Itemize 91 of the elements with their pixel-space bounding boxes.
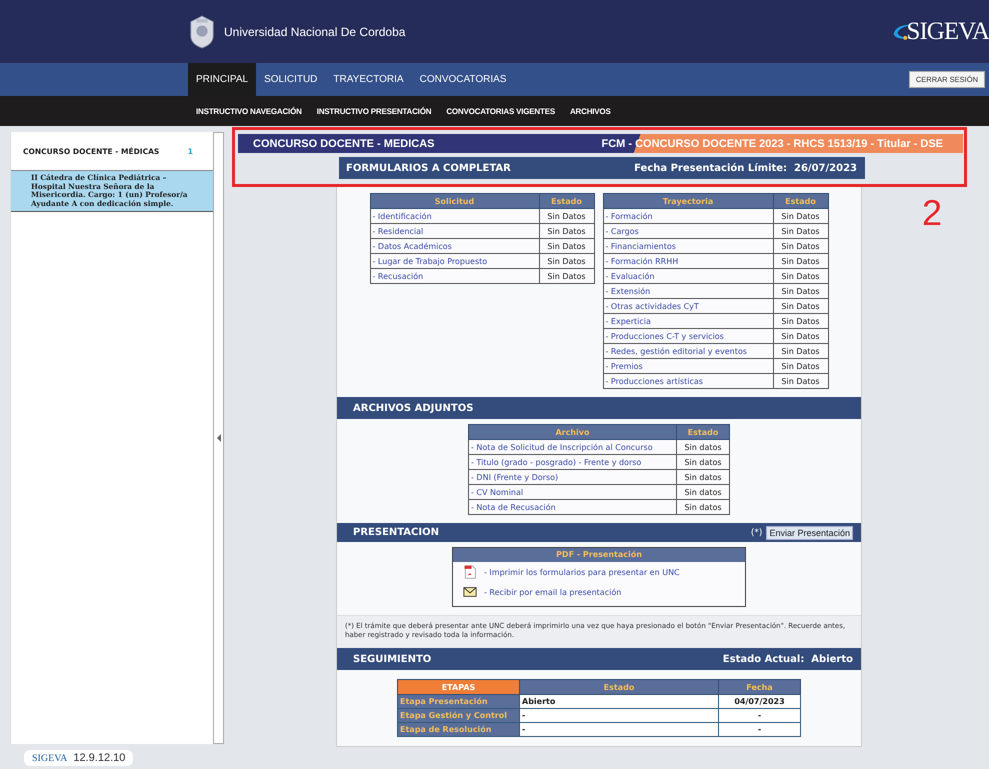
file-link[interactable]: - DNI (Frente y Dorso) (468, 470, 676, 484)
stage-cell: Etapa Presentación (398, 694, 520, 708)
subnav-link[interactable]: ARCHIVOS (570, 106, 611, 116)
banner-title: CONCURSO DOCENTE - MEDICAS (253, 138, 435, 150)
column-header: Estado (539, 194, 594, 208)
annotation-number: 2 (922, 192, 942, 234)
current-status: Estado Actual: Abierto (722, 654, 853, 664)
file-link[interactable]: - Nota de Recusación (468, 500, 676, 514)
column-header: Trayectoria (603, 194, 773, 208)
table-cell: - (520, 708, 718, 722)
table-cell: Sin Datos (773, 298, 828, 314)
action-link[interactable]: - Imprimir los formularios para presentar en UNC (484, 568, 680, 576)
form-link[interactable]: - Producciones artísticas (603, 374, 773, 388)
table-cell: Sin datos (676, 454, 730, 470)
section-title: SEGUIMIENTO (353, 654, 432, 664)
collapse-icon (216, 434, 220, 442)
subnav-link[interactable]: CONVOCATORIAS VIGENTES (446, 106, 555, 116)
form-link[interactable]: - Extensión (603, 284, 773, 298)
form-link[interactable]: - Financiamientos (603, 238, 773, 254)
table-cell: Abierto (520, 694, 718, 708)
column-header: ETAPAS (398, 680, 520, 694)
stage-cell: Etapa de Resolución (398, 722, 520, 736)
table-cell: Sin Datos (539, 224, 594, 238)
university-name: Universidad Nacional De Cordoba (224, 24, 406, 38)
nav-tab[interactable]: PRINCIPAL (188, 63, 256, 96)
table-cell: Sin Datos (539, 268, 594, 284)
table-cell: 04/07/2023 (718, 694, 800, 708)
form-link[interactable]: - Datos Académicos (370, 238, 539, 254)
table-cell: Sin Datos (539, 208, 594, 224)
column-header: Fecha (718, 680, 800, 694)
column-header: Solicitud (370, 194, 539, 208)
file-link[interactable]: - Titulo (grado - posgrado) - Frente y dorso (468, 454, 676, 470)
form-link[interactable]: - Formación RRHH (603, 254, 773, 268)
deadline-text: Fecha Presentación Límite: 26/07/2023 (634, 162, 857, 174)
nav-tab[interactable]: CONVOCATORIAS (412, 63, 514, 96)
form-link[interactable]: - Evaluación (603, 268, 773, 284)
table-cell: Sin Datos (773, 328, 828, 344)
table-cell: Sin Datos (773, 374, 828, 388)
table-cell: Sin Datos (773, 254, 828, 268)
box-title: PDF - Presentación (453, 548, 745, 562)
form-link[interactable]: - Producciones C-T y servicios (603, 328, 773, 344)
section-title: ARCHIVOS ADJUNTOS (353, 402, 474, 414)
table-cell: Sin Datos (773, 344, 828, 358)
table-cell: Sin datos (676, 440, 730, 454)
version-badge: SIGEVA 12.9.12.10 (24, 750, 134, 766)
table-cell: Sin Datos (773, 238, 828, 254)
table-cell: Sin Datos (773, 358, 828, 374)
form-link[interactable]: - Premios (603, 358, 773, 374)
form-link[interactable]: - Recusación (370, 268, 539, 284)
stage-cell: Etapa Gestión y Control (398, 708, 520, 722)
subnav-link[interactable]: INSTRUCTIVO NAVEGACIÓN (196, 106, 302, 116)
table-cell: Sin Datos (539, 238, 594, 254)
envelope-icon (463, 585, 477, 599)
table-cell: Sin Datos (773, 268, 828, 284)
form-link[interactable]: - Identificación (370, 208, 539, 224)
footnote-mark: (*) (750, 528, 762, 538)
section-title: PRESENTACION (353, 527, 439, 538)
action-link[interactable]: - Recibir por email la presentación (484, 588, 622, 596)
form-link[interactable]: - Residencial (370, 224, 539, 238)
nav-tab[interactable]: SOLICITUD (256, 63, 326, 96)
section-title: FORMULARIOS A COMPLETAR (346, 162, 511, 174)
form-link[interactable]: - Formación (603, 208, 773, 224)
pdf-icon (463, 565, 477, 579)
form-link[interactable]: - Lugar de Trabajo Propuesto (370, 254, 539, 268)
column-header: Estado (520, 680, 718, 694)
column-header: Estado (773, 194, 828, 208)
send-button[interactable]: Enviar Presentación (766, 526, 853, 540)
table-cell: Sin Datos (773, 284, 828, 298)
file-link[interactable]: - Nota de Solicitud de Inscripción al Concurso (468, 440, 676, 454)
nav-tab[interactable]: TRAYECTORIA (325, 63, 412, 96)
column-header: Archivo (468, 424, 676, 440)
table-cell: Sin datos (676, 470, 730, 484)
table-cell: Sin datos (676, 484, 730, 500)
collapse-handle[interactable] (213, 132, 224, 744)
form-link[interactable]: - Cargos (603, 224, 773, 238)
table-cell: Sin Datos (539, 254, 594, 268)
table-cell: Sin Datos (773, 208, 828, 224)
table-cell: - (718, 722, 800, 736)
table-cell: - (520, 722, 718, 736)
table-cell: Sin Datos (773, 224, 828, 238)
subnav-link[interactable]: INSTRUCTIVO PRESENTACIÓN (316, 106, 432, 116)
table-cell: - (718, 708, 800, 722)
table-cell: Sin Datos (773, 314, 828, 328)
form-link[interactable]: - Otras actividades CyT (603, 298, 773, 314)
crest-icon (188, 14, 216, 48)
sigeva-logo: SIGEVA (890, 12, 989, 52)
column-header: Estado (676, 424, 730, 440)
form-link[interactable]: - Redes, gestión editorial y eventos (603, 344, 773, 358)
table-cell: Sin datos (676, 500, 730, 514)
file-link[interactable]: - CV Nominal (468, 484, 676, 500)
form-link[interactable]: - Experticia (603, 314, 773, 328)
